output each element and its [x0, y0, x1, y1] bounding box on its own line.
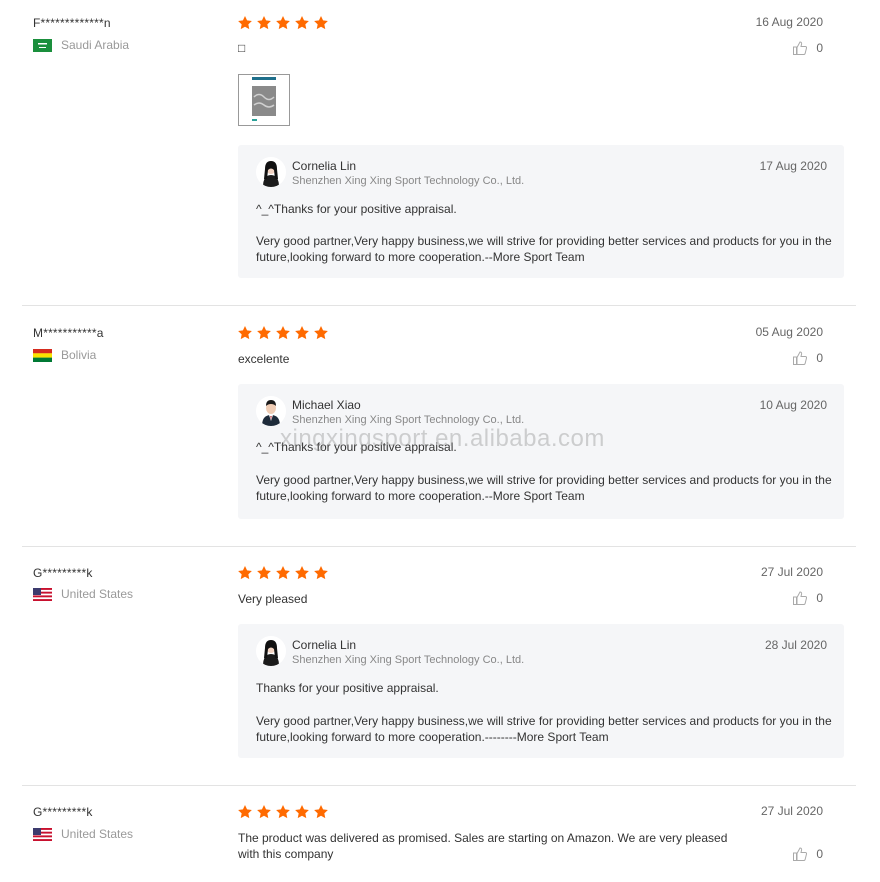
saudi-arabia-flag-icon: [33, 38, 52, 52]
reply-text: ^_^Thanks for your positive appraisal.: [256, 440, 457, 454]
united-states-flag-icon: [33, 827, 52, 841]
reviewer-country: United States: [33, 827, 133, 841]
reply-company: Shenzhen Xing Xing Sport Technology Co.,…: [292, 414, 525, 426]
star-icon: [256, 804, 272, 820]
reply-author-name: Michael Xiao: [292, 398, 361, 412]
star-icon: [256, 15, 272, 31]
star-icon: [275, 325, 291, 341]
review-divider: [22, 785, 856, 786]
avatar: [256, 396, 286, 426]
like-count: 0: [816, 41, 823, 55]
reply-company: Shenzhen Xing Xing Sport Technology Co.,…: [292, 654, 525, 666]
review-item: G*********k United States 27 Jul 2020 0 …: [22, 789, 856, 882]
rating-stars: [237, 325, 329, 341]
star-icon: [313, 15, 329, 31]
review-item: F*************n Saudi Arabia 16 Aug 2020…: [22, 0, 856, 306]
rating-stars: [237, 565, 329, 581]
bolivia-flag-icon: [33, 348, 52, 362]
reply-text: Thanks for your positive appraisal.: [256, 681, 439, 695]
star-icon: [237, 325, 253, 341]
avatar: [256, 636, 286, 666]
reply-author-name: Cornelia Lin: [292, 638, 357, 652]
star-icon: [275, 15, 291, 31]
avatar: [256, 157, 286, 187]
reply-date: 10 Aug 2020: [759, 398, 827, 412]
star-icon: [313, 325, 329, 341]
star-icon: [256, 565, 272, 581]
rating-stars: [237, 15, 329, 31]
like-count: 0: [816, 351, 823, 365]
thumbs-up-icon: [792, 40, 808, 56]
reply-text: Very good partner,Very happy business,we…: [256, 714, 832, 744]
star-icon: [313, 804, 329, 820]
review-date: 05 Aug 2020: [755, 325, 823, 339]
thumbs-up-icon: [792, 350, 808, 366]
seller-reply: Cornelia Lin Shenzhen Xing Xing Sport Te…: [238, 624, 844, 758]
star-icon: [256, 325, 272, 341]
star-icon: [294, 565, 310, 581]
review-date: 27 Jul 2020: [760, 804, 823, 818]
reviewer-name: G*********k: [33, 566, 93, 580]
thumbs-up-icon: [792, 590, 808, 606]
reviewer-country: Bolivia: [33, 348, 96, 362]
star-icon: [294, 325, 310, 341]
reviewer-name: F*************n: [33, 16, 111, 30]
review-item: G*********k United States 27 Jul 2020 0 …: [22, 550, 856, 786]
reviewer-country: United States: [33, 587, 133, 601]
review-item: M***********a Bolivia 05 Aug 2020 0 exce…: [22, 310, 856, 547]
reply-author-name: Cornelia Lin: [292, 159, 357, 173]
rating-stars: [237, 804, 329, 820]
star-icon: [237, 565, 253, 581]
star-icon: [313, 565, 329, 581]
like-button[interactable]: 0: [792, 846, 823, 862]
like-count: 0: [816, 591, 823, 605]
thumbs-up-icon: [792, 846, 808, 862]
like-button[interactable]: 0: [792, 590, 823, 606]
like-count: 0: [816, 847, 823, 861]
review-divider: [22, 305, 856, 306]
reply-text: ^_^Thanks for your positive appraisal.: [256, 202, 457, 216]
reply-date: 17 Aug 2020: [759, 159, 827, 173]
review-text: The product was delivered as promised. S…: [238, 831, 728, 861]
review-divider: [22, 546, 856, 547]
reply-text: Very good partner,Very happy business,we…: [256, 473, 832, 503]
star-icon: [237, 15, 253, 31]
star-icon: [275, 565, 291, 581]
seller-reply: Michael Xiao Shenzhen Xing Xing Sport Te…: [238, 384, 844, 519]
country-label: United States: [61, 587, 134, 601]
reply-date: 28 Jul 2020: [764, 638, 827, 652]
review-text: excelente: [238, 352, 290, 366]
like-button[interactable]: 0: [792, 350, 823, 366]
reviewer-name: M***********a: [33, 326, 104, 340]
united-states-flag-icon: [33, 587, 52, 601]
reviewer-name: G*********k: [33, 805, 93, 819]
review-text: □: [238, 41, 246, 55]
reply-company: Shenzhen Xing Xing Sport Technology Co.,…: [292, 175, 525, 187]
country-label: Saudi Arabia: [61, 38, 130, 52]
country-label: United States: [61, 827, 134, 841]
star-icon: [294, 15, 310, 31]
review-photo-thumbnail[interactable]: [238, 74, 290, 126]
like-button[interactable]: 0: [792, 40, 823, 56]
star-icon: [237, 804, 253, 820]
review-date: 16 Aug 2020: [755, 15, 823, 29]
review-date: 27 Jul 2020: [760, 565, 823, 579]
seller-reply: Cornelia Lin Shenzhen Xing Xing Sport Te…: [238, 145, 844, 278]
reviewer-country: Saudi Arabia: [33, 38, 129, 52]
reply-text: Very good partner,Very happy business,we…: [256, 234, 832, 264]
review-text: Very pleased: [238, 592, 308, 606]
star-icon: [294, 804, 310, 820]
star-icon: [275, 804, 291, 820]
country-label: Bolivia: [61, 348, 97, 362]
